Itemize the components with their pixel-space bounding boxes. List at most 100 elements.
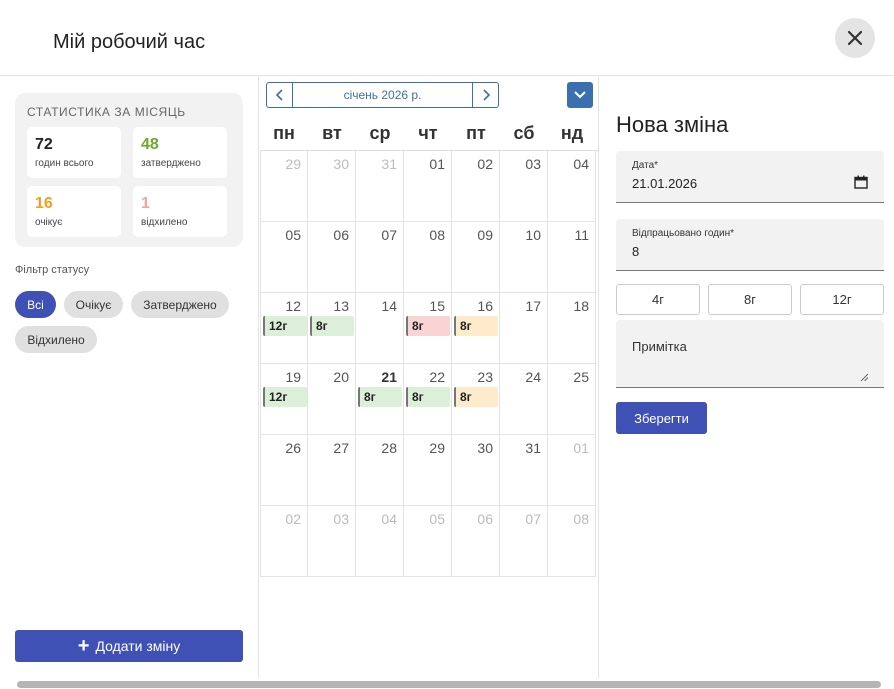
stat-pending: 16 очікує <box>27 186 121 237</box>
calendar-day-cell[interactable]: 04 <box>356 506 404 577</box>
calendar-day-cell[interactable]: 12 12г <box>260 293 308 364</box>
view-dropdown-button[interactable] <box>567 82 593 108</box>
day-number: 23 <box>477 369 493 385</box>
calendar-day-cell[interactable]: 05 <box>404 506 452 577</box>
filter-chip-rejected[interactable]: Відхилено <box>15 326 97 353</box>
resize-handle-icon[interactable] <box>860 373 868 381</box>
quick-hours-4-button[interactable]: 4г <box>616 284 700 315</box>
calendar-day-cell[interactable]: 09 <box>452 222 500 293</box>
day-number: 19 <box>285 369 301 385</box>
calendar-day-cell[interactable]: 13 8г <box>308 293 356 364</box>
calendar-day-cell[interactable]: 07 <box>356 222 404 293</box>
calendar-day-cell[interactable]: 10 <box>500 222 548 293</box>
day-number: 07 <box>525 511 541 527</box>
calendar-day-cell[interactable]: 24 <box>500 364 548 435</box>
calendar-day-cell[interactable]: 14 <box>356 293 404 364</box>
calendar-grid: пн вт ср чт пт сб нд 29 30 31 01 02 03 04 05 06 07 08 09 1… <box>260 117 599 577</box>
calendar-day-cell[interactable]: 29 <box>260 151 308 222</box>
shift-event-pending[interactable]: 8г <box>454 316 498 336</box>
calendar-day-cell[interactable]: 26 <box>260 435 308 506</box>
stats-title: СТАТИСТИКА ЗА МІСЯЦЬ <box>27 105 186 119</box>
horizontal-scrollbar[interactable] <box>17 681 881 688</box>
date-field[interactable]: Дата* 21.01.2026 <box>616 151 884 203</box>
calendar-day-cell[interactable]: 28 <box>356 435 404 506</box>
calendar-day-cell[interactable]: 08 <box>404 222 452 293</box>
quick-hours-12-button[interactable]: 12г <box>800 284 884 315</box>
calendar-day-cell[interactable]: 03 <box>308 506 356 577</box>
calendar-day-cell[interactable]: 01 <box>404 151 452 222</box>
calendar-day-cell[interactable]: 18 <box>548 293 596 364</box>
day-number: 01 <box>429 156 445 172</box>
calendar-day-cell[interactable]: 31 <box>356 151 404 222</box>
day-number: 31 <box>525 440 541 456</box>
stat-label: затверджено <box>141 158 201 169</box>
weekday-label: ср <box>369 123 391 143</box>
calendar-day-cell[interactable]: 15 8г <box>404 293 452 364</box>
calendar-day-cell[interactable]: 27 <box>308 435 356 506</box>
calendar-day-cell[interactable]: 17 <box>500 293 548 364</box>
save-button[interactable]: Зберегти <box>616 402 707 434</box>
day-number: 20 <box>333 369 349 385</box>
calendar-day-cell[interactable]: 25 <box>548 364 596 435</box>
close-button[interactable] <box>835 18 875 58</box>
calendar-day-cell[interactable]: 31 <box>500 435 548 506</box>
calendar-day-cell[interactable]: 05 <box>260 222 308 293</box>
shift-event-approved[interactable]: 12г <box>263 316 307 336</box>
calendar-day-cell[interactable]: 30 <box>308 151 356 222</box>
day-number: 30 <box>477 440 493 456</box>
chevron-left-icon <box>275 89 283 101</box>
day-number: 12 <box>285 298 301 314</box>
shift-event-approved[interactable]: 12г <box>263 387 307 407</box>
calendar-day-cell[interactable]: 22 8г <box>404 364 452 435</box>
next-month-button[interactable] <box>472 83 498 107</box>
day-number: 14 <box>381 298 397 314</box>
calendar-day-cell[interactable]: 06 <box>452 506 500 577</box>
calendar-day-cell[interactable]: 16 8г <box>452 293 500 364</box>
calendar-day-cell[interactable]: 21 8г <box>356 364 404 435</box>
calendar-week-row: 19 12г 20 21 8г 22 8г 23 8г 24 25 <box>260 364 599 435</box>
filter-chip-pending[interactable]: Очікує <box>64 291 123 318</box>
shift-event-pending[interactable]: 8г <box>454 387 498 407</box>
quick-hours-8-button[interactable]: 8г <box>708 284 792 315</box>
prev-month-button[interactable] <box>267 83 293 107</box>
stats-card: СТАТИСТИКА ЗА МІСЯЦЬ 72 годин всього 48 … <box>15 93 243 247</box>
calendar-day-cell[interactable]: 02 <box>260 506 308 577</box>
note-textarea[interactable]: Примітка <box>616 320 884 388</box>
day-number: 29 <box>429 440 445 456</box>
calendar-day-cell[interactable]: 01 <box>548 435 596 506</box>
filter-chip-approved[interactable]: Затверджено <box>131 291 229 318</box>
calendar-day-cell[interactable]: 06 <box>308 222 356 293</box>
calendar-day-cell[interactable]: 03 <box>500 151 548 222</box>
add-shift-button[interactable]: + Додати зміну <box>15 630 243 662</box>
day-number: 18 <box>573 298 589 314</box>
calendar-day-cell[interactable]: 19 12г <box>260 364 308 435</box>
calendar-icon[interactable] <box>854 175 868 189</box>
shift-event-rejected[interactable]: 8г <box>406 316 450 336</box>
calendar-day-cell[interactable]: 02 <box>452 151 500 222</box>
filter-chip-all[interactable]: Всі <box>15 291 56 318</box>
calendar-day-cell[interactable]: 07 <box>500 506 548 577</box>
shift-event-approved[interactable]: 8г <box>406 387 450 407</box>
day-number: 29 <box>285 156 301 172</box>
calendar-day-cell[interactable]: 30 <box>452 435 500 506</box>
day-number: 11 <box>574 227 589 243</box>
hours-field[interactable]: Відпрацьовано годин* 8 <box>616 219 884 271</box>
shift-event-approved[interactable]: 8г <box>310 316 354 336</box>
close-icon <box>847 30 863 46</box>
day-number: 22 <box>429 369 445 385</box>
shift-form-panel: Нова зміна Дата* 21.01.2026 Відпрацьован… <box>600 77 894 678</box>
app-window: Мій робочий час СТАТИСТИКА ЗА МІСЯЦЬ 72 … <box>0 0 894 689</box>
stat-value: 16 <box>35 195 53 212</box>
calendar-day-cell[interactable]: 29 <box>404 435 452 506</box>
plus-icon: + <box>77 635 90 657</box>
calendar-day-cell[interactable]: 11 <box>548 222 596 293</box>
stat-approved: 48 затверджено <box>133 127 227 178</box>
hours-value: 8 <box>632 244 640 259</box>
month-label[interactable]: січень 2026 р. <box>293 83 472 107</box>
calendar-day-cell[interactable]: 20 <box>308 364 356 435</box>
day-number: 13 <box>333 298 349 314</box>
calendar-day-cell[interactable]: 08 <box>548 506 596 577</box>
calendar-day-cell[interactable]: 23 8г <box>452 364 500 435</box>
calendar-day-cell[interactable]: 04 <box>548 151 596 222</box>
shift-event-approved[interactable]: 8г <box>358 387 402 407</box>
